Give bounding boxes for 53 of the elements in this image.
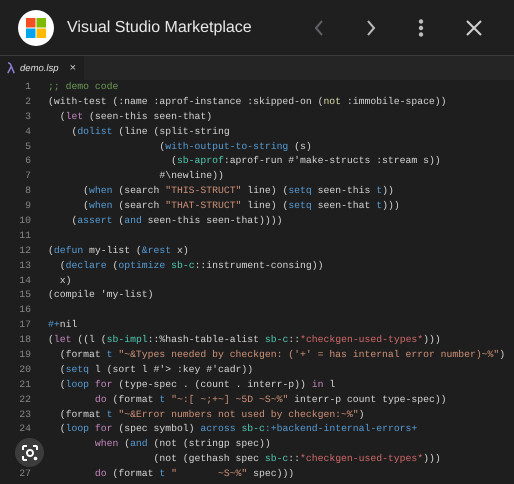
line-number: 5 bbox=[24, 140, 31, 154]
line-number: 4 bbox=[24, 124, 31, 139]
line-number: 20 bbox=[18, 362, 31, 377]
code-line: #\newline)) bbox=[158, 169, 224, 184]
line-number: 2 bbox=[24, 94, 31, 109]
line-number: 13 bbox=[18, 258, 31, 273]
line-number: 1 bbox=[24, 80, 31, 94]
line-number: 21 bbox=[18, 378, 31, 392]
line-number: 10 bbox=[18, 214, 31, 228]
code-line: (compile 'my-list) bbox=[48, 288, 154, 302]
code-line: (let (seen-this seen-that) bbox=[58, 110, 212, 124]
close-tab-button[interactable]: × bbox=[70, 62, 76, 74]
line-number: 15 bbox=[18, 288, 31, 302]
code-line: #+nil bbox=[48, 318, 78, 332]
code-line: do (format t " ~S~%" spec))) bbox=[94, 467, 294, 482]
line-number: 18 bbox=[18, 333, 31, 348]
code-line: ;; demo code bbox=[48, 80, 118, 94]
code-line: (format t "~&Types needed by checkgen: ('+' = has internal error number)~%") bbox=[58, 348, 506, 362]
line-number: 14 bbox=[18, 274, 31, 288]
line-number: 27 bbox=[18, 467, 31, 482]
code-line: (format t "~&Error numbers not used by checkgen:~%") bbox=[58, 408, 364, 422]
window-title: Visual Studio Marketplace bbox=[67, 18, 252, 36]
code-line: x) bbox=[58, 274, 72, 288]
code-line: (dolist (line (split-string bbox=[70, 124, 230, 139]
line-number: 8 bbox=[24, 184, 31, 198]
file-tab[interactable]: demo.lsp × bbox=[0, 56, 84, 80]
line-number: 22 bbox=[18, 392, 31, 407]
code-line: (sb-aprof:aprof-run #'make-structs :stream s)) bbox=[170, 154, 441, 168]
code-line: (not (gethash spec sb-c::*checkgen-used-types*))) bbox=[152, 452, 441, 466]
code-line: (with-output-to-string (s) bbox=[158, 140, 312, 154]
code-line: (setq l (sort l #'> :key #'cadr)) bbox=[58, 362, 254, 377]
line-number: 9 bbox=[24, 199, 31, 214]
code-line: (loop for (type-spec . (count . interr-p)) in l bbox=[58, 378, 336, 392]
code-line: (assert (and seen-this seen-that)))) bbox=[70, 214, 282, 228]
code-line: (declare (optimize sb-c::instrument-consing)) bbox=[58, 258, 324, 273]
code-line: (with-test (:name :aprof-instance :skipped-on (not :immobile-space)) bbox=[48, 94, 447, 109]
code-line: when (and (not (stringp spec)) bbox=[94, 437, 271, 452]
line-number: 7 bbox=[24, 169, 31, 184]
line-number: 16 bbox=[18, 303, 31, 318]
code-line: (when (search "THAT-STRUCT" line) (setq seen-that t))) bbox=[82, 199, 400, 214]
line-number: 6 bbox=[24, 154, 31, 168]
line-number: 17 bbox=[18, 318, 31, 332]
code-line: (loop for (spec symbol) across sb-c:+backend-internal-errors+ bbox=[58, 422, 418, 436]
line-number: 19 bbox=[18, 348, 31, 362]
code-line: (when (search "THIS-STRUCT" line) (setq seen-this t)) bbox=[82, 184, 394, 198]
code-line: (defun my-list (&rest x) bbox=[48, 244, 189, 258]
line-number: 23 bbox=[18, 408, 31, 422]
line-number: 24 bbox=[18, 422, 31, 436]
code-line: (let ((l (sb-impl::%hash-table-alist sb-c::*checkgen-used-types*))) bbox=[48, 333, 441, 348]
line-number: 11 bbox=[18, 228, 31, 243]
line-number: 12 bbox=[18, 244, 31, 258]
line-number: 3 bbox=[24, 110, 31, 124]
code-line: do (format t "~:[ ~;+~] ~5D ~S~%" interr-p count type-spec)) bbox=[94, 392, 447, 407]
